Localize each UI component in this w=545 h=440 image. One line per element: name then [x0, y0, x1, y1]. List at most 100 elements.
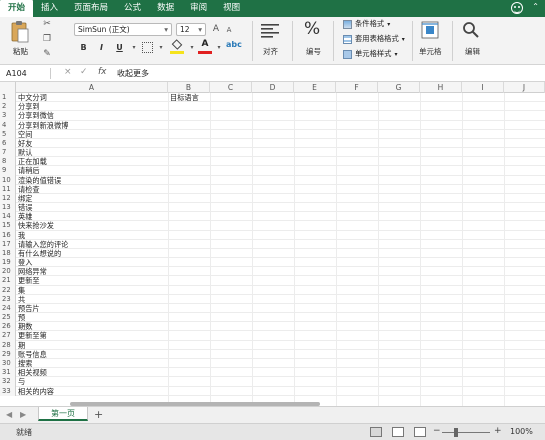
cell-column-a[interactable]: 有什么想说的 — [18, 249, 61, 258]
cell-column-a[interactable]: 默认 — [18, 148, 32, 157]
page-layout-view-icon[interactable] — [392, 427, 404, 437]
row-number[interactable]: 11 — [0, 184, 16, 194]
row-number[interactable]: 17 — [0, 239, 16, 249]
chevron-down-icon[interactable]: ▾ — [127, 42, 141, 54]
normal-view-icon[interactable] — [370, 427, 382, 437]
row-number[interactable]: 14 — [0, 212, 16, 222]
cell-column-a[interactable]: 预 — [18, 313, 25, 322]
row-number[interactable]: 6 — [0, 138, 16, 149]
row-number[interactable]: 29 — [0, 349, 16, 359]
column-header-c[interactable]: C — [210, 82, 252, 93]
percent-icon[interactable]: % — [304, 19, 320, 39]
row-number[interactable]: 16 — [0, 230, 16, 240]
row-number[interactable]: 23 — [0, 294, 16, 304]
copy-icon[interactable]: ❐ — [40, 33, 54, 45]
increase-font-icon[interactable]: A — [209, 23, 223, 35]
bold-button[interactable]: B — [77, 41, 90, 54]
cells-icon[interactable] — [420, 20, 440, 40]
formula-input[interactable]: 收起更多 — [117, 67, 149, 80]
cell-column-a[interactable]: 我 — [18, 231, 25, 240]
fill-color-icon[interactable] — [170, 39, 184, 55]
column-header-b[interactable]: B — [168, 82, 210, 93]
row-number[interactable]: 25 — [0, 313, 16, 323]
column-header-g[interactable]: G — [378, 82, 420, 93]
cell-column-a[interactable]: 错误 — [18, 203, 32, 212]
sheet-next-icon[interactable]: ▶ — [20, 410, 26, 419]
row-number[interactable]: 18 — [0, 248, 16, 259]
italic-button[interactable]: I — [95, 41, 108, 54]
borders-icon[interactable] — [142, 42, 153, 53]
chevron-down-icon[interactable]: ▾ — [212, 42, 226, 54]
row-number[interactable]: 13 — [0, 203, 16, 213]
number-label[interactable]: 编号 — [306, 46, 321, 57]
cell-column-a[interactable]: 快来抢沙发 — [18, 221, 54, 230]
row-number[interactable]: 21 — [0, 276, 16, 286]
cell-column-a[interactable]: 更新至 — [18, 276, 40, 285]
column-header-i[interactable]: I — [462, 82, 504, 93]
conditional-format-button[interactable]: 条件格式 ▾ — [343, 19, 390, 29]
row-number[interactable]: 33 — [0, 386, 16, 396]
row-number[interactable]: 9 — [0, 166, 16, 176]
row-number[interactable]: 24 — [0, 303, 16, 314]
decrease-font-icon[interactable]: A — [222, 24, 236, 36]
row-number[interactable]: 10 — [0, 175, 16, 185]
paste-icon[interactable] — [10, 20, 30, 44]
search-icon[interactable] — [462, 21, 480, 39]
font-name-select[interactable]: SimSun (正文) ▾ — [74, 23, 172, 36]
cell-column-a[interactable]: 好友 — [18, 139, 32, 148]
row-number[interactable]: 12 — [0, 193, 16, 204]
sheet-tab-1[interactable]: 第一页 — [38, 407, 88, 421]
select-all-corner[interactable] — [0, 82, 16, 93]
row-number[interactable]: 2 — [0, 102, 16, 112]
sheet-prev-icon[interactable]: ◀ — [6, 410, 12, 419]
cell-column-a[interactable]: 请输入您的评论 — [18, 240, 68, 249]
feedback-smiley-icon[interactable] — [511, 2, 523, 14]
cell-column-a[interactable]: 分享到 — [18, 102, 40, 111]
row-number[interactable]: 32 — [0, 377, 16, 387]
font-color-icon[interactable]: A — [198, 39, 212, 55]
row-number[interactable]: 1 — [0, 93, 16, 103]
align-label[interactable]: 对齐 — [263, 46, 278, 57]
row-number[interactable]: 26 — [0, 322, 16, 332]
column-header-e[interactable]: E — [294, 82, 336, 93]
row-number[interactable]: 8 — [0, 157, 16, 167]
row-number[interactable]: 31 — [0, 368, 16, 378]
row-number[interactable]: 22 — [0, 285, 16, 295]
align-icon[interactable] — [260, 22, 280, 40]
cell-column-b[interactable]: 目标语言 — [170, 93, 199, 102]
column-header-f[interactable]: F — [336, 82, 378, 93]
tab-review[interactable]: 审阅 — [182, 0, 215, 17]
row-number[interactable]: 27 — [0, 331, 16, 341]
row-number[interactable]: 28 — [0, 340, 16, 350]
cell-column-a[interactable]: 绑定 — [18, 194, 32, 203]
zoom-slider[interactable] — [442, 432, 490, 433]
zoom-thumb[interactable] — [454, 428, 458, 437]
row-number[interactable]: 4 — [0, 120, 16, 130]
zoom-out-icon[interactable]: − — [433, 426, 441, 436]
table-format-button[interactable]: 套用表格格式 ▾ — [343, 34, 405, 44]
zoom-in-icon[interactable]: + — [494, 426, 502, 436]
cell-column-a[interactable]: 分享到新浪微博 — [18, 121, 68, 130]
row-number[interactable]: 30 — [0, 358, 16, 369]
cell-column-a[interactable]: 空间 — [18, 130, 32, 139]
cancel-icon[interactable]: × — [64, 67, 72, 77]
cell-column-a[interactable]: 预告片 — [18, 304, 40, 313]
chevron-down-icon[interactable]: ▾ — [154, 42, 168, 54]
cell-column-a[interactable]: 正在加载 — [18, 157, 47, 166]
column-header-h[interactable]: H — [420, 82, 462, 93]
cut-icon[interactable]: ✂ — [40, 18, 54, 30]
cell-column-a[interactable]: 英雄 — [18, 212, 32, 221]
cell-column-a[interactable]: 更新至第 — [18, 331, 47, 340]
cell-column-a[interactable]: 集 — [18, 286, 25, 295]
cell-column-a[interactable]: 搜索 — [18, 359, 32, 368]
cell-column-a[interactable]: 中文分词 — [18, 93, 47, 102]
cells-label[interactable]: 单元格 — [419, 46, 442, 57]
cell-column-a[interactable]: 账号信息 — [18, 350, 47, 359]
cell-column-a[interactable]: 与 — [18, 377, 25, 386]
column-header-d[interactable]: D — [252, 82, 294, 93]
row-number[interactable]: 7 — [0, 148, 16, 158]
spreadsheet-grid[interactable]: A B C D E F G H I J 1 中文分词 目标语言 2 分享到 3 分享到微信 4… — [0, 82, 545, 406]
column-header-j[interactable]: J — [504, 82, 545, 93]
chevron-down-icon[interactable]: ▾ — [185, 42, 199, 54]
row-number[interactable]: 20 — [0, 267, 16, 277]
